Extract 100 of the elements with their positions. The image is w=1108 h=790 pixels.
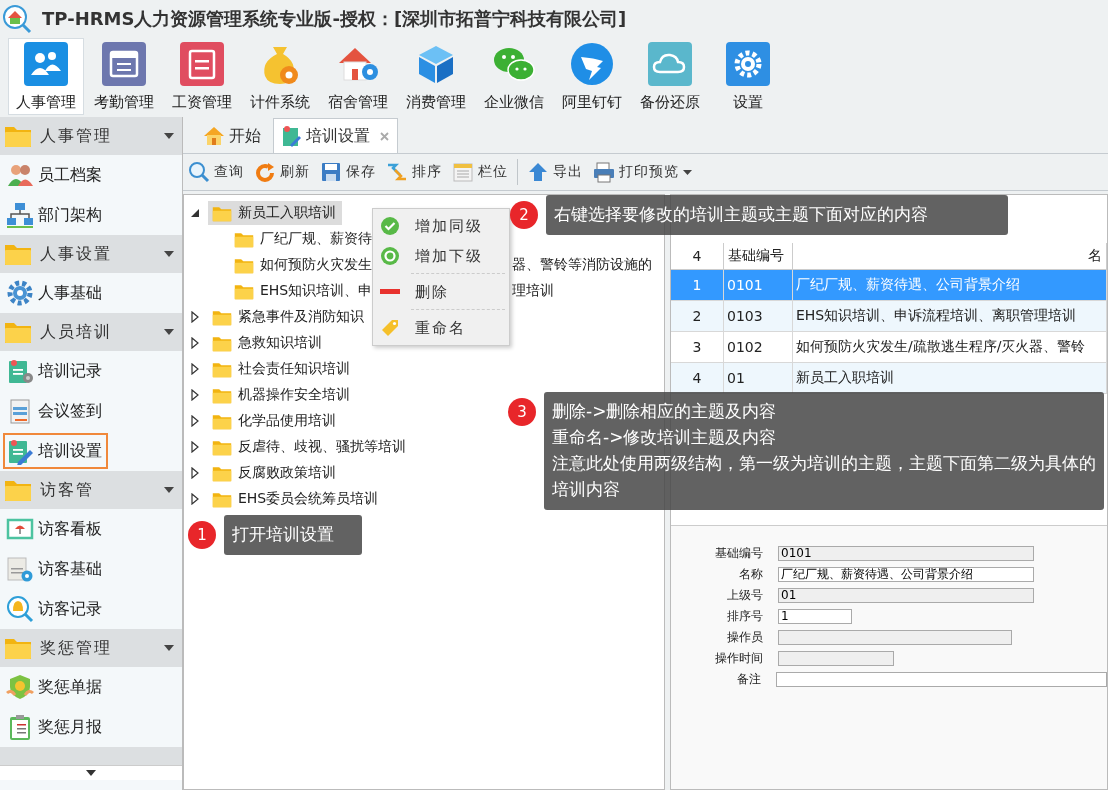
field-label: 上级号 (726, 586, 763, 604)
node-label: 理培训 (512, 282, 554, 300)
toolbar-button[interactable]: 查询 (185, 159, 247, 185)
sidebar-group-header[interactable]: 奖惩管理 (0, 629, 182, 667)
module-button[interactable]: 备份还原 (632, 38, 708, 115)
column-header[interactable]: 4 (671, 243, 724, 270)
folder-icon (212, 334, 232, 352)
tree-node[interactable]: EHS委员会统筹员培训 (208, 487, 385, 511)
scroll-down-icon[interactable] (86, 770, 96, 776)
module-button[interactable]: 人事管理 (8, 38, 84, 115)
item-label: 访客记录 (38, 598, 102, 620)
caret-icon (164, 645, 174, 651)
up-arrow-icon (527, 161, 549, 183)
toolbar-button[interactable]: 栏位 (449, 159, 511, 185)
tree-node[interactable]: 机器操作安全培训 (208, 383, 356, 407)
sidebar-item[interactable]: 员工档案 (3, 157, 108, 193)
expand-icon[interactable] (190, 311, 200, 323)
expand-icon[interactable] (190, 337, 200, 349)
table-cell: 1 (671, 269, 724, 301)
tree-node[interactable]: 急救知识培训 (208, 331, 328, 355)
toolbar-button[interactable]: 保存 (317, 159, 379, 185)
check-icon (380, 216, 400, 236)
sidebar-group-header[interactable]: 访客管 (0, 471, 182, 509)
sidebar-group-header[interactable]: 人事管理 (0, 117, 182, 155)
sidebar-item[interactable]: 培训记录 (3, 353, 108, 389)
item-label: 部门架构 (38, 204, 102, 226)
folder-icon (212, 438, 232, 456)
expand-icon[interactable] (190, 493, 200, 505)
input-field[interactable] (778, 629, 1012, 645)
input-field[interactable]: 厂纪厂规、薪资待遇、公司背景介绍 (778, 566, 1034, 582)
refresh-icon (254, 161, 276, 183)
expand-icon[interactable] (190, 363, 200, 375)
form-icon (179, 41, 225, 87)
sidebar-group-header[interactable]: 人员培训 (0, 313, 182, 351)
tree-node[interactable]: 新员工入职培训 (208, 201, 342, 225)
wing-icon (569, 41, 615, 87)
field-label: 备注 (735, 670, 761, 688)
tab[interactable]: 开始 (195, 119, 269, 153)
toolbar-button[interactable]: 导出 (524, 159, 586, 185)
search-icon (188, 161, 210, 183)
tree-node[interactable]: 反腐败政策培训 (208, 461, 342, 485)
group-label: 人事设置 (40, 243, 113, 265)
module-button[interactable]: 阿里钉钉 (554, 38, 630, 115)
node-label: 社会责任知识培训 (238, 360, 350, 378)
column-header[interactable]: 基础编号 (723, 243, 793, 270)
sidebar-item[interactable]: 培训设置 (3, 433, 108, 469)
tab[interactable]: 培训设置 (273, 118, 398, 153)
toolbar-button[interactable]: 刷新 (251, 159, 313, 185)
table-cell: 如何预防火灾发生/疏散逃生程序/灭火器、警铃 (792, 331, 1107, 363)
node-label: 反腐败政策培训 (238, 464, 336, 482)
item-label: 奖惩月报 (38, 716, 102, 738)
module-button[interactable]: 工资管理 (164, 38, 240, 115)
module-button[interactable]: 设置 (710, 38, 786, 115)
sidebar-item[interactable]: 访客看板 (3, 511, 108, 547)
tree-node[interactable]: 紧急事件及消防知识 (208, 305, 370, 329)
expand-icon[interactable] (190, 441, 200, 453)
tree-node[interactable]: 社会责任知识培训 (208, 357, 356, 381)
sidebar-item[interactable]: 奖惩月报 (3, 709, 108, 745)
module-button[interactable]: 消费管理 (398, 38, 474, 115)
input-field[interactable]: 0101 (778, 545, 1034, 561)
sidebar-item[interactable]: 访客记录 (3, 591, 108, 627)
sidebar-group-header[interactable]: 人事设置 (0, 235, 182, 273)
table-cell: 0102 (723, 331, 793, 363)
item-label: 员工档案 (38, 164, 102, 186)
module-button[interactable]: 计件系统 (242, 38, 318, 115)
column-header[interactable]: 名 (792, 243, 1107, 270)
sidebar-item[interactable]: 人事基础 (3, 275, 108, 311)
folder-icon (212, 464, 232, 482)
item-label: 人事基础 (38, 282, 102, 304)
input-field[interactable] (778, 650, 894, 666)
collapse-icon[interactable] (190, 207, 200, 219)
module-button[interactable]: 企业微信 (476, 38, 552, 115)
toolbar-button[interactable]: 打印预览 (590, 159, 695, 185)
folder-icon (212, 386, 232, 404)
tree-node[interactable]: 化学品使用培训 (208, 409, 342, 433)
module-button[interactable]: 考勤管理 (86, 38, 162, 115)
tree-node[interactable]: 反虐待、歧视、骚扰等培训 (208, 435, 412, 459)
toolbar-button[interactable]: 排序 (383, 159, 445, 185)
sidebar-item[interactable]: 部门架构 (3, 197, 108, 233)
table-cell: 0103 (723, 300, 793, 332)
bell-search-icon (6, 595, 34, 623)
expand-icon[interactable] (190, 389, 200, 401)
menu-item[interactable]: 重命名 (373, 313, 509, 343)
home-icon (203, 125, 225, 147)
sidebar-item[interactable]: 访客基础 (3, 551, 108, 587)
sidebar-item[interactable]: 会议签到 (3, 393, 108, 429)
expand-icon[interactable] (190, 415, 200, 427)
node-label: 厂纪厂规、薪资待 (260, 230, 372, 248)
sidebar-item[interactable]: 奖惩单据 (3, 669, 108, 705)
folder-icon (212, 360, 232, 378)
sort-arrows-icon (386, 161, 408, 183)
expand-icon[interactable] (190, 467, 200, 479)
group-label: 人事管理 (40, 125, 113, 147)
calendar-icon (101, 41, 147, 87)
input-field[interactable]: 1 (778, 608, 852, 624)
module-button[interactable]: 宿舍管理 (320, 38, 396, 115)
tooltip-text: 重命名->修改培训主题及内容 (552, 426, 778, 449)
input-field[interactable] (775, 671, 1107, 687)
input-field[interactable]: 01 (778, 587, 1034, 603)
folder-icon (234, 230, 254, 248)
